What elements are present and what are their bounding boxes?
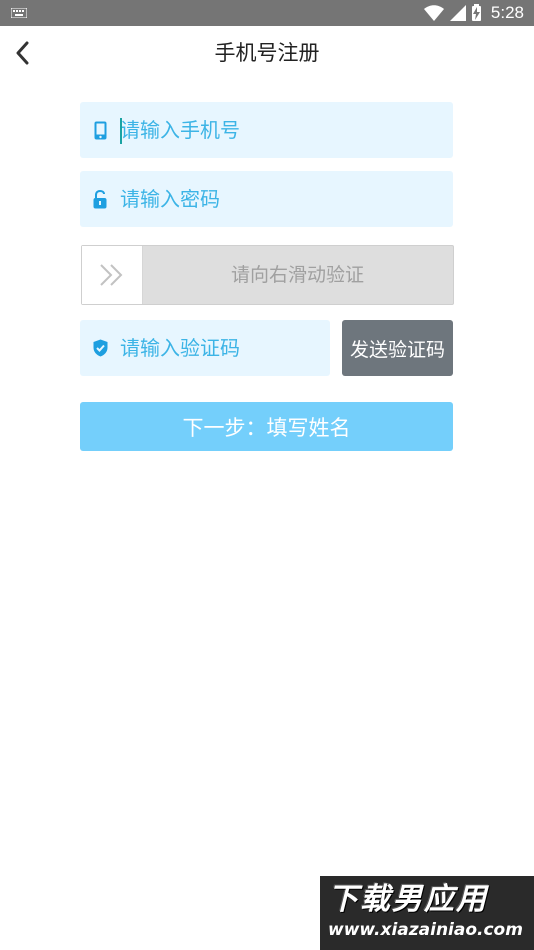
phone-input[interactable] — [120, 102, 443, 158]
title-bar: 手机号注册 — [0, 26, 534, 80]
status-icons: 5:28 — [423, 0, 524, 26]
code-input[interactable] — [120, 320, 320, 376]
keyboard-icon — [11, 8, 27, 18]
next-step-button[interactable]: 下一步：填写姓名 — [80, 402, 453, 451]
signal-icon — [449, 5, 466, 21]
watermark-title: 下载男应用 — [328, 882, 488, 917]
slide-verify[interactable]: 请向右滑动验证 — [81, 245, 454, 305]
phone-icon — [92, 120, 108, 140]
lock-icon — [92, 189, 108, 209]
text-cursor — [120, 118, 122, 144]
phone-field[interactable] — [80, 102, 453, 158]
slide-verify-handle[interactable] — [82, 246, 143, 304]
code-field[interactable] — [80, 320, 330, 376]
password-input[interactable] — [120, 171, 443, 227]
double-chevron-right-icon — [100, 264, 123, 286]
password-field[interactable] — [80, 171, 453, 227]
status-time: 5:28 — [490, 3, 524, 22]
send-code-button[interactable]: 发送验证码 — [342, 320, 453, 376]
wifi-icon — [423, 5, 444, 21]
battery-charging-icon — [471, 3, 481, 21]
watermark-url: www.xiazainiao.com — [328, 920, 523, 940]
watermark-logo: 下载男应用 www.xiazainiao.com — [320, 876, 534, 950]
page-title: 手机号注册 — [214, 41, 320, 65]
slide-verify-label: 请向右滑动验证 — [230, 264, 364, 286]
shield-check-icon — [92, 338, 108, 358]
status-bar: 5:28 — [0, 0, 534, 26]
